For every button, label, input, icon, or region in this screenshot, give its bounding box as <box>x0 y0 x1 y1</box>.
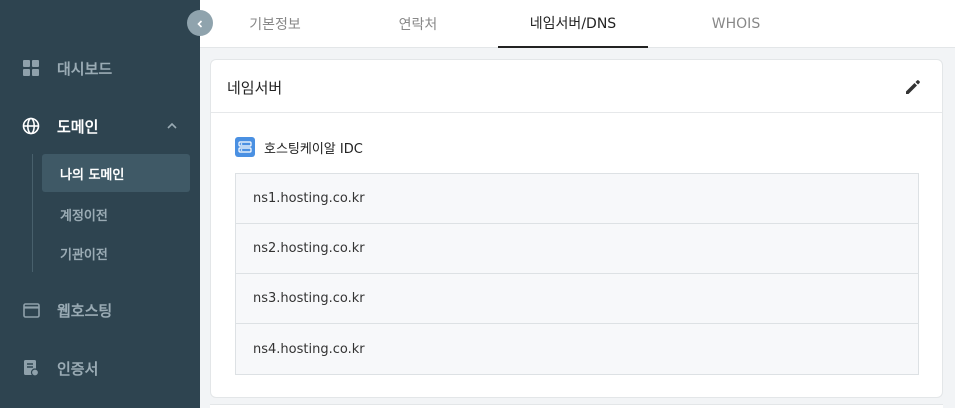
nameserver-row: ns2.hosting.co.kr <box>236 224 918 274</box>
globe-icon <box>22 117 40 135</box>
sidebar-item-label: 대시보드 <box>57 59 113 78</box>
sidebar-item-label: 도메인 <box>57 117 99 136</box>
chevron-up-icon <box>166 117 178 136</box>
tab-bar: 기본정보 연락처 네임서버/DNS WHOIS <box>200 0 955 48</box>
provider-label: 호스팅케이알 IDC <box>264 141 363 157</box>
sidebar-item-label: 웹호스팅 <box>57 301 113 320</box>
sidebar-subitem-registrar-transfer[interactable]: 기관이전 <box>42 234 190 272</box>
nameserver-row: ns4.hosting.co.kr <box>236 324 918 374</box>
card-title: 네임서버 <box>227 79 283 97</box>
sidebar-collapse-button[interactable] <box>187 10 213 36</box>
card-header: 네임서버 <box>211 60 942 113</box>
tab-whois[interactable]: WHOIS <box>661 0 811 48</box>
certificate-icon <box>22 359 40 377</box>
sidebar-item-webhosting[interactable]: 웹호스팅 <box>0 290 200 330</box>
grid-icon <box>22 59 40 77</box>
nameserver-row: ns1.hosting.co.kr <box>236 174 918 224</box>
edit-icon[interactable] <box>904 78 922 96</box>
sidebar-subitem-my-domain[interactable]: 나의 도메인 <box>42 154 190 192</box>
nameserver-card: 네임서버 호스팅케이알 IDC ns1.hosting.co.kr ns2.ho… <box>210 59 943 398</box>
submenu-guide-line <box>32 154 33 272</box>
window-icon <box>22 301 40 319</box>
sidebar-item-dashboard[interactable]: 대시보드 <box>0 48 200 88</box>
nameserver-list: ns1.hosting.co.kr ns2.hosting.co.kr ns3.… <box>235 173 919 375</box>
tab-nameserver-dns[interactable]: 네임서버/DNS <box>498 0 648 48</box>
tab-basic-info[interactable]: 기본정보 <box>200 0 350 48</box>
nameserver-row: ns3.hosting.co.kr <box>236 274 918 324</box>
chevron-left-icon <box>195 14 205 33</box>
server-icon <box>235 137 255 157</box>
sidebar-item-certificate[interactable]: 인증서 <box>0 348 200 388</box>
next-card-edge <box>210 404 943 408</box>
provider-info: 호스팅케이알 IDC <box>235 137 363 157</box>
sidebar-subitem-account-transfer[interactable]: 계정이전 <box>42 195 190 233</box>
sidebar: 대시보드 도메인 나의 도메인 계정이전 기관이전 웹호스팅 인증서 <box>0 0 200 408</box>
sidebar-item-domain[interactable]: 도메인 <box>0 106 200 146</box>
sidebar-item-label: 인증서 <box>57 359 99 378</box>
tab-contact[interactable]: 연락처 <box>343 0 493 48</box>
